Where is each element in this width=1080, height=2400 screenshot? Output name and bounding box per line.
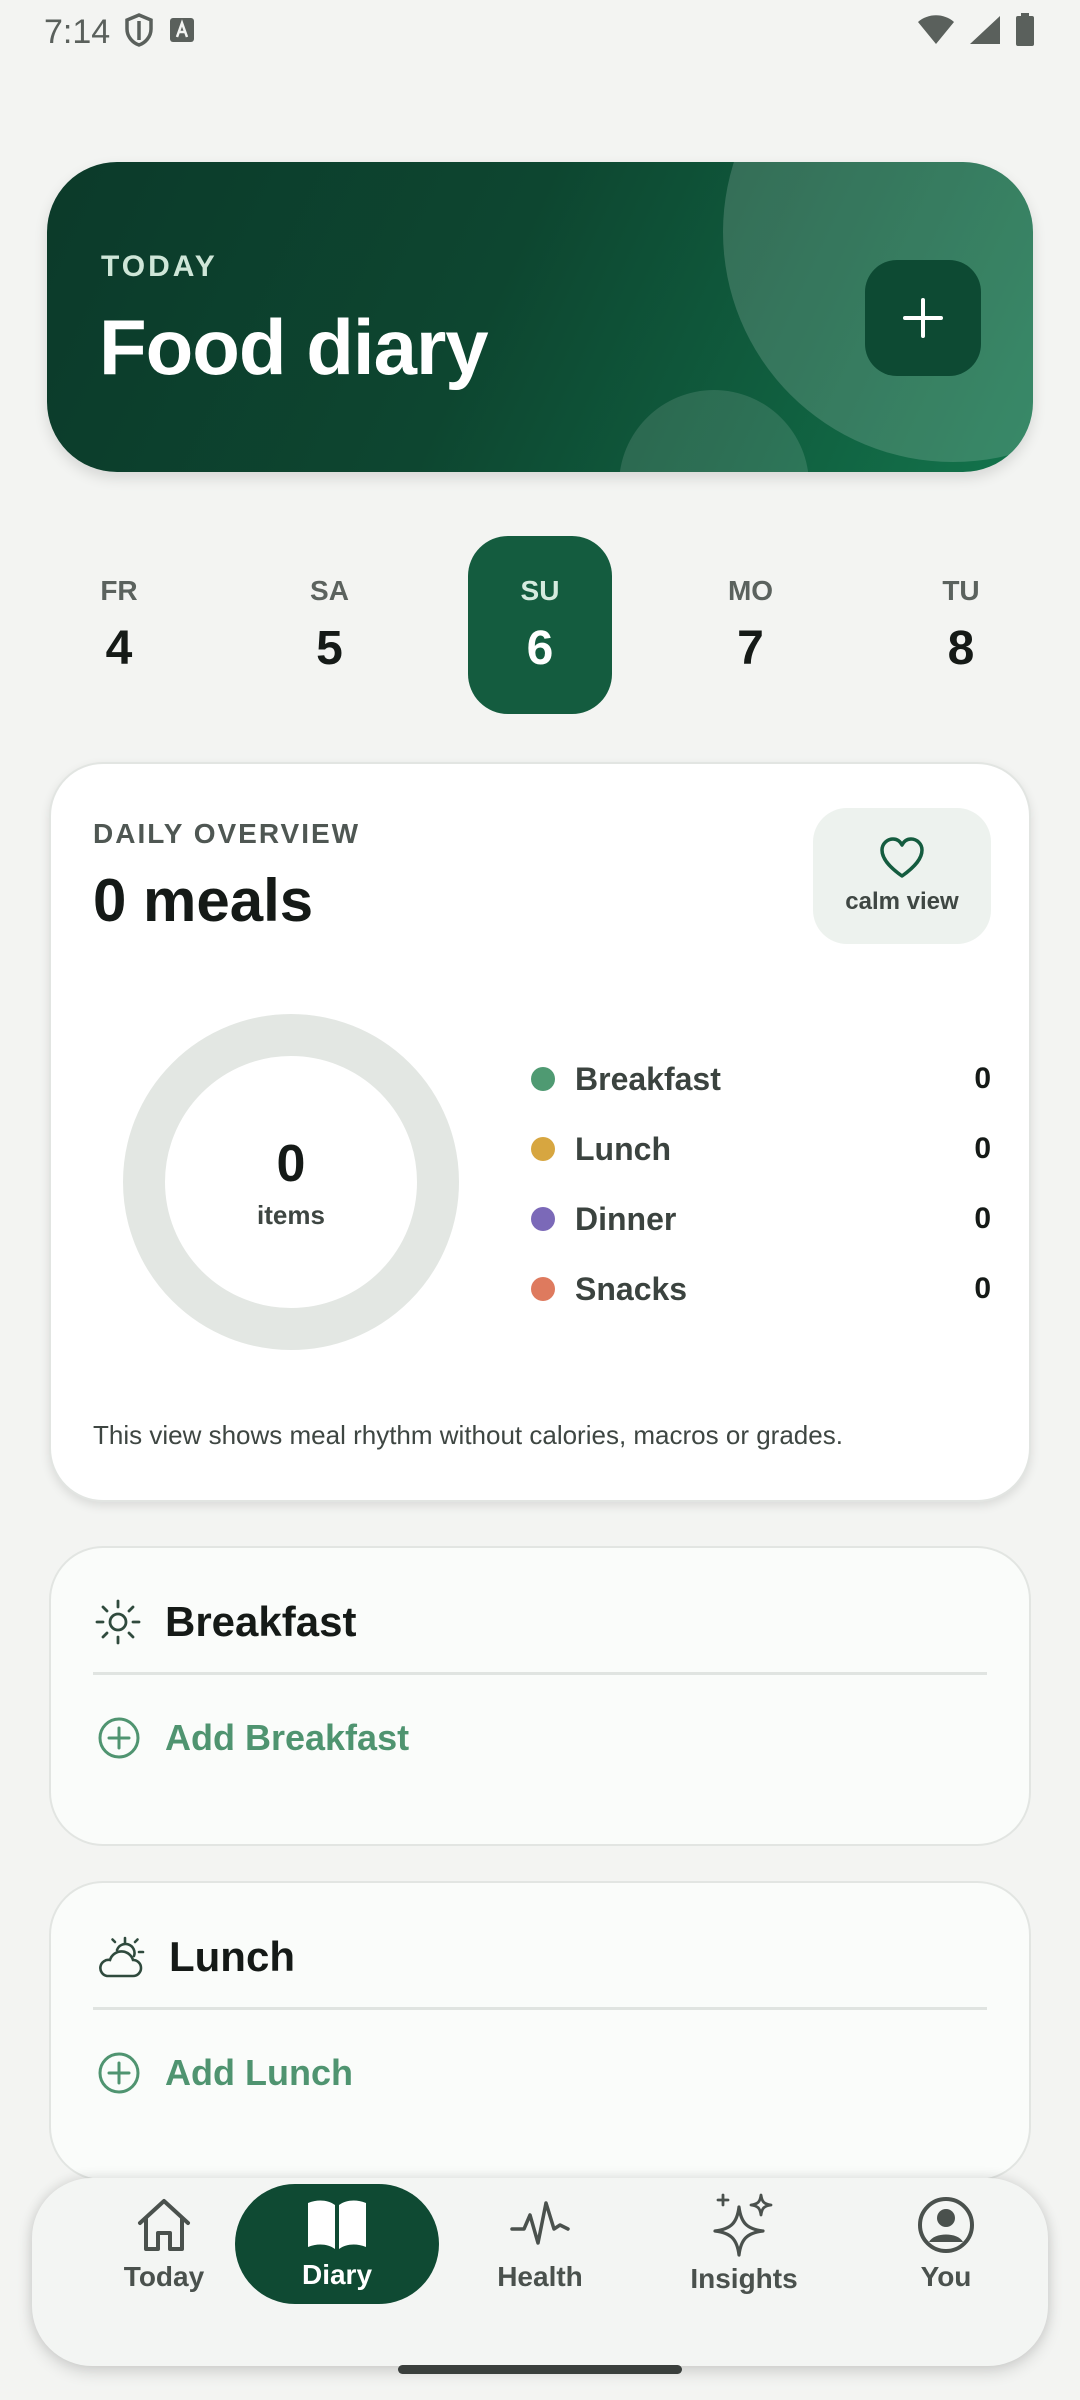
hero-banner: TODAY Food diary: [47, 162, 1033, 472]
day-number: 6: [526, 621, 554, 675]
account-icon: [918, 2197, 974, 2253]
shield-icon: [124, 12, 154, 52]
meal-legend: Breakfast 0 Lunch 0 Dinner 0 Snacks 0: [531, 1044, 991, 1324]
day-item-su[interactable]: SU 6: [468, 536, 612, 714]
meal-header: Lunch: [95, 1927, 295, 1987]
heart-icon: [880, 837, 924, 878]
wifi-icon: [916, 14, 956, 51]
nav-label: Today: [123, 2261, 205, 2292]
calm-view-button[interactable]: calm view: [813, 808, 991, 944]
add-food-button[interactable]: [865, 260, 981, 376]
add-meal-label: Add Breakfast: [165, 1717, 410, 1758]
day-number: 8: [947, 621, 975, 675]
divider: [93, 2007, 987, 2010]
legend-row-snacks: Snacks 0: [531, 1254, 991, 1324]
status-bar: 7:14: [0, 0, 1080, 64]
nav-label: You: [920, 2261, 972, 2292]
donut-center: 0 items: [121, 1012, 461, 1352]
sun-icon: [95, 1599, 141, 1645]
day-number: 4: [105, 621, 133, 675]
legend-value: 0: [974, 1132, 991, 1165]
overview-eyebrow: DAILY OVERVIEW: [93, 818, 361, 849]
legend-dot: [531, 1207, 555, 1231]
add-circle-icon: [98, 1717, 140, 1759]
battery-icon: [1014, 12, 1036, 52]
nav-you[interactable]: You: [844, 2184, 1048, 2304]
legend-label: Lunch: [575, 1130, 671, 1167]
nav-insights[interactable]: Insights: [642, 2184, 846, 2304]
day-abbr: MO: [727, 574, 774, 606]
day-number: 5: [316, 621, 343, 675]
donut-count: 0: [276, 1134, 306, 1193]
divider: [93, 1672, 987, 1675]
nav-diary[interactable]: Diary: [235, 2184, 439, 2304]
home-icon: [138, 2199, 190, 2251]
legend-value: 0: [974, 1062, 991, 1095]
add-lunch-button[interactable]: Add Lunch: [97, 2051, 353, 2095]
day-selector: FR 4 SA 5 SU 6 MO 7 TU 8: [47, 536, 1033, 714]
legend-label: Breakfast: [575, 1060, 721, 1097]
status-time: 7:14: [44, 12, 111, 51]
legend-dot: [531, 1137, 555, 1161]
meal-header: Breakfast: [95, 1592, 356, 1652]
nav-label: Diary: [301, 2259, 373, 2290]
add-breakfast-button[interactable]: Add Breakfast: [97, 1716, 409, 1760]
calm-view-label: calm view: [845, 888, 959, 915]
legend-dot: [531, 1067, 555, 1091]
home-indicator[interactable]: [398, 2365, 682, 2374]
day-item-sa[interactable]: SA 5: [258, 536, 402, 714]
nav-label: Insights: [690, 2263, 798, 2294]
legend-label: Snacks: [575, 1270, 688, 1307]
meal-card-lunch: Lunch Add Lunch: [49, 1881, 1031, 2181]
legend-row-lunch: Lunch 0: [531, 1114, 991, 1184]
meal-title: Lunch: [169, 1933, 295, 1980]
meal-title: Breakfast: [165, 1598, 357, 1645]
partly-cloudy-icon: [99, 1936, 145, 1978]
meal-card-breakfast: Breakfast Add Breakfast: [49, 1546, 1031, 1846]
donut-label: items: [257, 1199, 325, 1230]
hero-eyebrow: TODAY: [101, 250, 218, 283]
signal-icon: [968, 14, 1002, 51]
day-item-mo[interactable]: MO 7: [679, 536, 823, 714]
day-abbr: FR: [100, 574, 138, 606]
bottom-navigation: Today Diary Health Insights You: [32, 2178, 1048, 2366]
legend-label: Dinner: [575, 1200, 677, 1237]
day-number: 7: [737, 621, 764, 675]
nav-label: Health: [497, 2261, 583, 2292]
plus-icon: [903, 298, 943, 338]
legend-value: 0: [974, 1202, 991, 1235]
decorative-circle: [619, 390, 809, 472]
day-abbr: SA: [310, 574, 349, 606]
book-icon: [308, 2200, 366, 2249]
pulse-icon: [510, 2201, 570, 2245]
day-item-tu[interactable]: TU 8: [889, 536, 1033, 714]
sparkle-icon: [713, 2193, 773, 2257]
overview-note: This view shows meal rhythm without calo…: [93, 1420, 843, 1450]
meal-count-title: 0 meals: [93, 867, 314, 934]
font-icon: [168, 16, 196, 49]
daily-overview-card: DAILY OVERVIEW 0 meals calm view 0 items…: [49, 762, 1031, 1502]
add-circle-icon: [98, 2052, 140, 2094]
legend-value: 0: [974, 1272, 991, 1305]
day-item-fr[interactable]: FR 4: [47, 536, 191, 714]
legend-dot: [531, 1277, 555, 1301]
add-meal-label: Add Lunch: [165, 2052, 353, 2093]
page-title: Food diary: [99, 303, 489, 391]
legend-row-breakfast: Breakfast 0: [531, 1044, 991, 1114]
day-abbr: SU: [520, 574, 560, 606]
legend-row-dinner: Dinner 0: [531, 1184, 991, 1254]
day-abbr: TU: [942, 574, 980, 606]
nav-health[interactable]: Health: [438, 2184, 642, 2304]
